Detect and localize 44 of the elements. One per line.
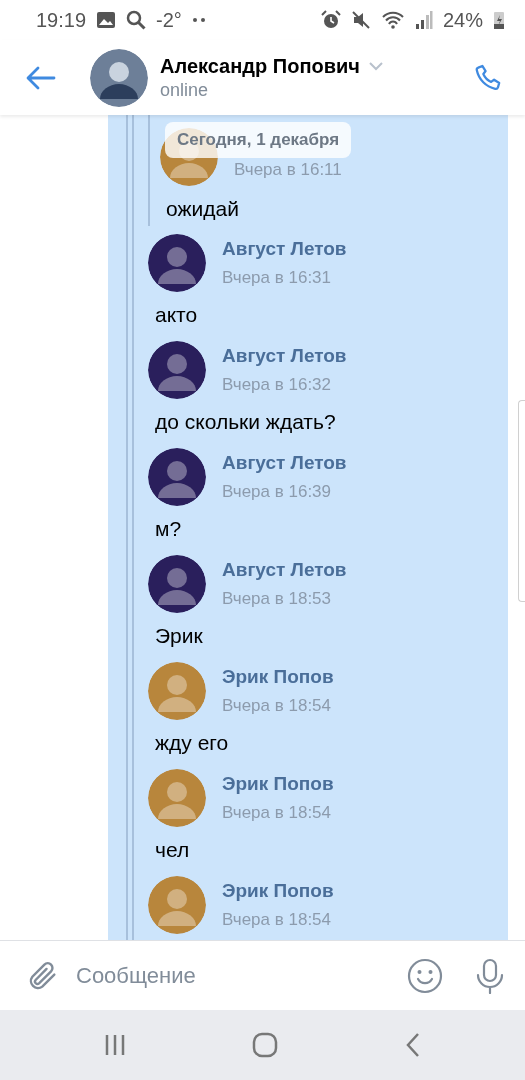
emoji-button[interactable] [407, 957, 443, 994]
message-time: Вчера в 18:54 [222, 910, 332, 930]
message-text: до скольки ждать? [154, 409, 337, 435]
message-text: м? [154, 516, 183, 542]
sender-name[interactable]: Август Летов [222, 452, 508, 474]
battery-icon [493, 10, 505, 30]
chevron-down-icon[interactable] [367, 61, 384, 71]
more-icon [191, 17, 206, 23]
contact-name[interactable]: Александр Попович [160, 54, 360, 78]
wifi-icon [380, 10, 405, 30]
message-time: Вчера в 18:54 [222, 696, 332, 716]
search-icon [126, 10, 147, 30]
sender-name[interactable]: Август Летов [222, 559, 508, 581]
message-time: Вчера в 18:54 [222, 803, 332, 823]
sender-name[interactable]: Август Летов [222, 345, 508, 367]
home-button[interactable] [252, 1032, 279, 1058]
back-button[interactable] [26, 65, 56, 90]
alarm-icon [320, 10, 341, 30]
date-label: Сегодня, 1 декабря [165, 122, 352, 158]
message-time: Вчера в 16:11 [234, 160, 343, 180]
image-icon [96, 11, 117, 29]
temperature: -2° [156, 8, 182, 32]
message-time: Вчера в 16:39 [222, 482, 332, 502]
signal-icon [414, 10, 433, 30]
microphone-button[interactable] [475, 957, 505, 994]
message-input[interactable]: Сообщение [74, 958, 393, 993]
message-text: Эрик [154, 623, 204, 649]
message-text: жду его [154, 730, 230, 756]
sender-name[interactable]: Эрик Попов [222, 773, 508, 795]
online-status: online [160, 79, 210, 101]
message-time: Вчера в 16:32 [222, 375, 332, 395]
message-time: Вчера в 18:53 [222, 589, 332, 609]
clock: 19:19 [36, 8, 87, 32]
sender-name[interactable]: Август Летов [222, 238, 508, 260]
message-text: чел [154, 837, 191, 863]
message-time: Вчера в 16:31 [222, 268, 332, 288]
sender-name[interactable]: Эрик Попов [222, 880, 508, 902]
battery-level: 24% [442, 8, 483, 32]
message-text: ожидай [165, 196, 240, 222]
avatar[interactable] [90, 48, 148, 107]
sender-name[interactable]: Эрик Попов [222, 666, 508, 688]
mute-icon [350, 10, 371, 30]
message-text: акто [154, 302, 199, 328]
scrollbar[interactable] [518, 400, 525, 602]
